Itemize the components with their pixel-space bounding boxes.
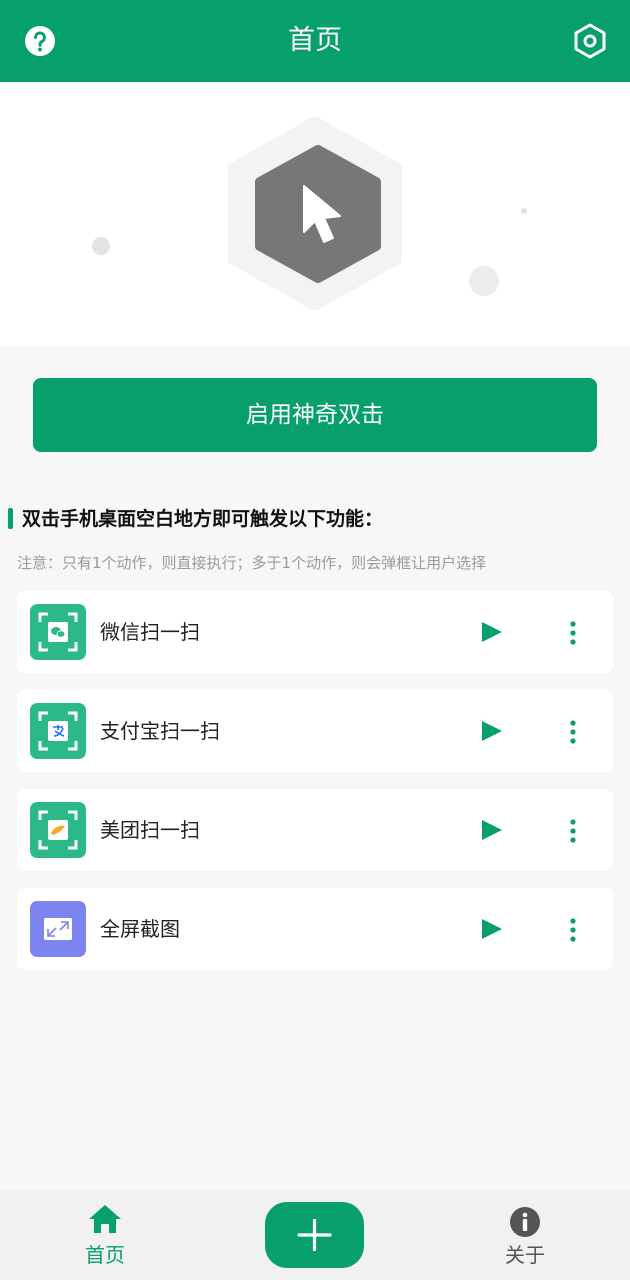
- section-title: 双击手机桌面空白地方即可触发以下功能：: [22, 508, 384, 530]
- app-bar: 首页: [0, 0, 630, 82]
- section-accent-bar: [8, 508, 13, 529]
- more-vertical-icon[interactable]: [567, 818, 579, 844]
- play-icon[interactable]: [480, 917, 504, 941]
- action-name: 微信扫一扫: [100, 620, 200, 644]
- hero-banner: [0, 82, 630, 346]
- play-icon[interactable]: [480, 719, 504, 743]
- section-note: 注意：只有1个动作，则直接执行；多于1个动作，则会弹框让用户选择: [17, 554, 487, 572]
- action-card-fullscreen-screenshot[interactable]: 全屏截图: [17, 888, 613, 970]
- hexagon-cursor-icon: [92, 116, 527, 311]
- fullscreen-screenshot-icon: [30, 901, 86, 957]
- action-name: 美团扫一扫: [100, 818, 200, 842]
- more-vertical-icon[interactable]: [567, 719, 579, 745]
- meituan-scan-icon: [30, 802, 86, 858]
- action-card-wechat-scan[interactable]: 微信扫一扫: [17, 591, 613, 673]
- action-name: 支付宝扫一扫: [100, 719, 220, 743]
- page-title: 首页: [288, 25, 342, 56]
- nav-home-label[interactable]: 首页: [65, 1240, 145, 1270]
- play-icon[interactable]: [480, 620, 504, 644]
- more-vertical-icon[interactable]: [567, 917, 579, 943]
- enable-double-tap-button[interactable]: 启用神奇双击: [33, 378, 597, 452]
- wechat-scan-icon: [30, 604, 86, 660]
- action-name: 全屏截图: [100, 917, 180, 941]
- hexagon-settings-icon[interactable]: [573, 23, 607, 59]
- action-card-meituan-scan[interactable]: 美团扫一扫: [17, 789, 613, 871]
- plus-icon: [297, 1219, 332, 1251]
- more-vertical-icon[interactable]: [567, 620, 579, 646]
- alipay-scan-icon: [30, 703, 86, 759]
- play-icon[interactable]: [480, 818, 504, 842]
- action-card-alipay-scan[interactable]: 支付宝扫一扫: [17, 690, 613, 772]
- nav-about-label[interactable]: 关于: [485, 1240, 565, 1270]
- home-icon[interactable]: [88, 1203, 122, 1235]
- info-icon[interactable]: [509, 1206, 541, 1238]
- add-action-button[interactable]: [265, 1202, 364, 1268]
